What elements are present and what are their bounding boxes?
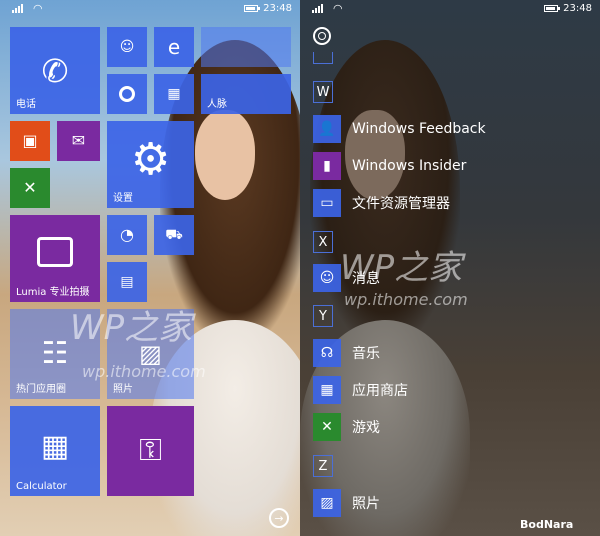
app-item-file-explorer[interactable]: ▭ 文件资源管理器: [313, 189, 450, 217]
xbox-tile[interactable]: ✕: [10, 168, 50, 208]
app-name: Windows Insider: [352, 158, 467, 174]
watermark-url: wp.ithome.com: [82, 362, 206, 381]
cortana-icon: [119, 86, 135, 102]
camera-icon: [37, 236, 73, 267]
messaging-icon: ☺: [119, 39, 135, 55]
tile-blank-1[interactable]: [201, 27, 291, 67]
store-icon: ▦: [167, 86, 181, 102]
hot-apps-tile-label: 热门应用圈: [16, 384, 66, 395]
store-icon: ▦: [313, 376, 341, 404]
letter-header-z[interactable]: Z: [313, 455, 333, 477]
app-list-screen: ◠ 23:48 W 👤 Windows Feedback ▮ Windows I…: [300, 0, 600, 536]
clock: 23:48: [263, 3, 292, 14]
ie-tile[interactable]: e: [154, 27, 194, 67]
car-tile[interactable]: ⛟: [154, 215, 194, 255]
app-name: 照片: [352, 496, 380, 512]
watermark-main: WP之家: [70, 308, 193, 348]
app-name: 游戏: [352, 420, 380, 436]
status-bar: ◠ 23:48: [0, 0, 300, 18]
arrow-right-icon: →: [274, 511, 284, 525]
outlook-tile[interactable]: ✉: [57, 121, 100, 161]
people-grid-icon: ☷: [41, 336, 69, 371]
alarms-tile[interactable]: ◔: [107, 215, 147, 255]
letter-header-partial[interactable]: [313, 52, 333, 64]
app-item-windows-insider[interactable]: ▮ Windows Insider: [313, 152, 466, 180]
settings-tile-label: 设置: [113, 193, 133, 204]
internet-explorer-icon: e: [167, 35, 181, 59]
app-item-games[interactable]: ✕ 游戏: [313, 413, 380, 441]
xbox-icon: ✕: [313, 413, 341, 441]
kids-corner-tile[interactable]: ⚿: [107, 406, 194, 496]
messaging-icon: ☺: [313, 264, 341, 292]
watermark-url: wp.ithome.com: [344, 290, 468, 309]
app-name: 音乐: [352, 346, 380, 362]
phone-icon: ✆: [41, 51, 69, 90]
signal-icon: [12, 4, 23, 13]
battery-icon: [244, 5, 260, 12]
people-tile-label: 人脉: [207, 99, 227, 110]
messaging-tile[interactable]: ☺: [107, 27, 147, 67]
app-item-store[interactable]: ▦ 应用商店: [313, 376, 408, 404]
cortana-tile[interactable]: [107, 74, 147, 114]
wifi-icon: ◠: [333, 2, 343, 15]
phone-tile-label: 电话: [16, 99, 36, 110]
people-tile[interactable]: 人脉: [201, 74, 291, 114]
app-name: 应用商店: [352, 383, 408, 399]
app-item-music[interactable]: ☊ 音乐: [313, 339, 380, 367]
letter-header-w[interactable]: W: [313, 81, 333, 103]
settings-tile[interactable]: ⚙ 设置: [107, 121, 194, 208]
store-tile[interactable]: ▦: [154, 74, 194, 114]
lumia-camera-tile[interactable]: Lumia 专业拍摄: [10, 215, 100, 302]
mail-icon: ✉: [71, 131, 86, 150]
insider-icon: ▮: [313, 152, 341, 180]
signal-icon: [312, 4, 323, 13]
letter-header-x[interactable]: X: [313, 231, 333, 253]
calculator-tile-label: Calculator: [16, 481, 67, 492]
photos-tile-label: 照片: [113, 384, 133, 395]
search-button[interactable]: [313, 27, 331, 45]
lumia-camera-tile-label: Lumia 专业拍摄: [16, 287, 90, 298]
all-apps-arrow-button[interactable]: →: [269, 508, 289, 528]
watermark-main: WP之家: [340, 248, 463, 288]
brand-logo: BodNara: [520, 518, 574, 531]
calculator-tile[interactable]: ▦ Calculator: [10, 406, 100, 496]
gear-icon: ⚙: [130, 134, 171, 186]
clock: 23:48: [563, 3, 592, 14]
wallpaper-face: [195, 110, 255, 200]
calculator-icon: ▦: [40, 428, 70, 464]
app-item-photos[interactable]: ▨ 照片: [313, 489, 380, 517]
office-icon: ▣: [22, 131, 38, 150]
file-explorer-icon: ▭: [313, 189, 341, 217]
letter-header-y[interactable]: Y: [313, 305, 333, 327]
app-item-windows-feedback[interactable]: 👤 Windows Feedback: [313, 115, 486, 143]
clock-icon: ◔: [120, 225, 134, 244]
status-bar: ◠ 23:48: [300, 0, 600, 18]
feedback-icon: 👤: [313, 115, 341, 143]
photos-icon: ▨: [313, 489, 341, 517]
key-lock-icon: ⚿: [139, 433, 162, 468]
car-icon: ⛟: [165, 227, 183, 243]
app-name: Windows Feedback: [352, 121, 486, 137]
wifi-icon: ◠: [33, 2, 43, 15]
id-card-icon: ▤: [120, 274, 134, 290]
contact-card-tile[interactable]: ▤: [107, 262, 147, 302]
app-name: 文件资源管理器: [352, 196, 450, 212]
headphones-icon: ☊: [313, 339, 341, 367]
xbox-icon: ✕: [23, 178, 37, 197]
battery-icon: [544, 5, 560, 12]
start-screen: ◠ 23:48 ✆ 电话 ☺ e ▦ 人脉 ▣ ✉ ✕ ⚙ 设置 Lumia 专…: [0, 0, 300, 536]
office-tile[interactable]: ▣: [10, 121, 50, 161]
phone-tile[interactable]: ✆ 电话: [10, 27, 100, 114]
